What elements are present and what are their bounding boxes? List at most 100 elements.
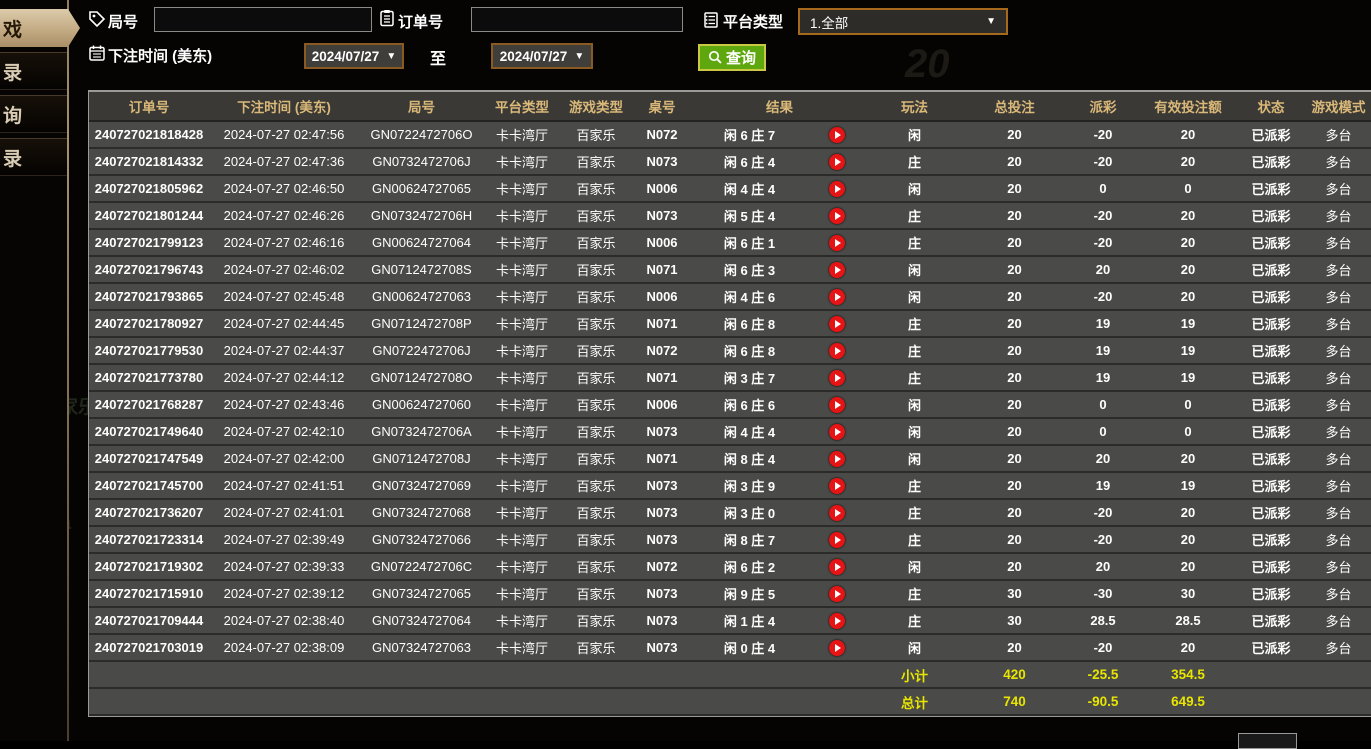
total-bet: 20 bbox=[962, 634, 1067, 661]
replay-video-icon[interactable] bbox=[829, 478, 845, 494]
col-platform-type: 平台类型 bbox=[484, 92, 560, 121]
replay-video-icon[interactable] bbox=[829, 424, 845, 440]
total-total-bet: 740 bbox=[962, 688, 1067, 715]
sidebar-tab-query[interactable]: 询 bbox=[0, 95, 68, 133]
subtotal-payout: -25.5 bbox=[1067, 661, 1139, 688]
valid-bet: 20 bbox=[1139, 526, 1237, 553]
replay-cell bbox=[807, 229, 867, 256]
platform-type: 卡卡湾厅 bbox=[484, 445, 560, 472]
replay-cell bbox=[807, 256, 867, 283]
sidebar: 戏 录 询 录 bbox=[0, 0, 68, 741]
replay-video-icon[interactable] bbox=[829, 181, 845, 197]
game-mode: 多台 bbox=[1305, 256, 1371, 283]
replay-video-icon[interactable] bbox=[829, 262, 845, 278]
play-type: 庄 bbox=[867, 229, 962, 256]
order-number: 240727021703019 bbox=[89, 634, 209, 661]
replay-video-icon[interactable] bbox=[829, 505, 845, 521]
platform-type: 卡卡湾厅 bbox=[484, 256, 560, 283]
betting-records-page: Willa 极速百家乐N Aziza 20 戏 录 询 录 局号 订单号 bbox=[0, 0, 1371, 741]
play-type: 闲 bbox=[867, 121, 962, 148]
query-button[interactable]: 查询 bbox=[698, 44, 766, 71]
replay-video-icon[interactable] bbox=[829, 613, 845, 629]
replay-video-icon[interactable] bbox=[829, 127, 845, 143]
replay-video-icon[interactable] bbox=[829, 316, 845, 332]
payout: 19 bbox=[1067, 310, 1139, 337]
replay-video-icon[interactable] bbox=[829, 559, 845, 575]
total-bet: 20 bbox=[962, 445, 1067, 472]
replay-video-icon[interactable] bbox=[829, 370, 845, 386]
payout: 0 bbox=[1067, 175, 1139, 202]
bet-time: 2024-07-27 02:39:33 bbox=[209, 553, 359, 580]
order-no-input[interactable] bbox=[471, 7, 683, 32]
game-mode: 多台 bbox=[1305, 580, 1371, 607]
platform-type-select[interactable]: 1.全部 ▼ bbox=[798, 8, 1008, 35]
total-valid-bet: 649.5 bbox=[1139, 688, 1237, 715]
table-number: N073 bbox=[632, 472, 692, 499]
platform-type: 卡卡湾厅 bbox=[484, 175, 560, 202]
replay-cell bbox=[807, 283, 867, 310]
game-mode: 多台 bbox=[1305, 607, 1371, 634]
bet-time: 2024-07-27 02:42:10 bbox=[209, 418, 359, 445]
bet-time: 2024-07-27 02:46:50 bbox=[209, 175, 359, 202]
replay-cell bbox=[807, 364, 867, 391]
game-type: 百家乐 bbox=[560, 553, 632, 580]
game-type: 百家乐 bbox=[560, 283, 632, 310]
table-row: 2407270218143322024-07-27 02:47:36GN0732… bbox=[89, 148, 1371, 175]
sidebar-tab-label: 录 bbox=[3, 144, 22, 171]
play-type: 闲 bbox=[867, 445, 962, 472]
order-number: 240727021745700 bbox=[89, 472, 209, 499]
payout: -20 bbox=[1067, 148, 1139, 175]
replay-video-icon[interactable] bbox=[829, 154, 845, 170]
status: 已派彩 bbox=[1237, 202, 1305, 229]
bet-time: 2024-07-27 02:47:36 bbox=[209, 148, 359, 175]
status: 已派彩 bbox=[1237, 499, 1305, 526]
valid-bet: 19 bbox=[1139, 364, 1237, 391]
replay-video-icon[interactable] bbox=[829, 532, 845, 548]
replay-video-icon[interactable] bbox=[829, 289, 845, 305]
status: 已派彩 bbox=[1237, 175, 1305, 202]
date-to-picker[interactable]: 2024/07/27 ▼ bbox=[491, 43, 593, 69]
game-number: GN07324727069 bbox=[359, 472, 484, 499]
game-no-input[interactable] bbox=[154, 7, 372, 32]
status: 已派彩 bbox=[1237, 418, 1305, 445]
replay-cell bbox=[807, 499, 867, 526]
table-row: 2407270217967432024-07-27 02:46:02GN0712… bbox=[89, 256, 1371, 283]
replay-video-icon[interactable] bbox=[829, 235, 845, 251]
date-from-value: 2024/07/27 bbox=[312, 49, 380, 64]
table-row: 2407270218184282024-07-27 02:47:56GN0722… bbox=[89, 121, 1371, 148]
replay-video-icon[interactable] bbox=[829, 343, 845, 359]
replay-video-icon[interactable] bbox=[829, 397, 845, 413]
replay-video-icon[interactable] bbox=[829, 640, 845, 656]
sidebar-tab-record-1[interactable]: 录 bbox=[0, 52, 68, 90]
valid-bet: 19 bbox=[1139, 337, 1237, 364]
valid-bet: 20 bbox=[1139, 634, 1237, 661]
game-number: GN07324727063 bbox=[359, 634, 484, 661]
platform-type: 卡卡湾厅 bbox=[484, 337, 560, 364]
replay-video-icon[interactable] bbox=[829, 586, 845, 602]
play-type: 庄 bbox=[867, 202, 962, 229]
game-number: GN07324727065 bbox=[359, 580, 484, 607]
sidebar-tab-game[interactable]: 戏 bbox=[0, 9, 80, 47]
game-type: 百家乐 bbox=[560, 607, 632, 634]
status: 已派彩 bbox=[1237, 337, 1305, 364]
pagination-button-partial[interactable] bbox=[1238, 733, 1297, 749]
sidebar-tab-record-2[interactable]: 录 bbox=[0, 138, 68, 176]
replay-video-icon[interactable] bbox=[829, 451, 845, 467]
replay-video-icon[interactable] bbox=[829, 208, 845, 224]
replay-cell bbox=[807, 202, 867, 229]
payout: 28.5 bbox=[1067, 607, 1139, 634]
bet-time: 2024-07-27 02:46:16 bbox=[209, 229, 359, 256]
game-no-label: 局号 bbox=[108, 11, 138, 32]
total-bet: 20 bbox=[962, 229, 1067, 256]
replay-cell bbox=[807, 607, 867, 634]
game-type: 百家乐 bbox=[560, 229, 632, 256]
subtotal-valid-bet: 354.5 bbox=[1139, 661, 1237, 688]
game-number: GN00624727063 bbox=[359, 283, 484, 310]
col-payout: 派彩 bbox=[1067, 92, 1139, 121]
platform-type: 卡卡湾厅 bbox=[484, 580, 560, 607]
payout: -20 bbox=[1067, 121, 1139, 148]
date-from-picker[interactable]: 2024/07/27 ▼ bbox=[304, 43, 404, 69]
game-type: 百家乐 bbox=[560, 256, 632, 283]
col-bet-time: 下注时间 (美东) bbox=[209, 92, 359, 121]
status: 已派彩 bbox=[1237, 634, 1305, 661]
